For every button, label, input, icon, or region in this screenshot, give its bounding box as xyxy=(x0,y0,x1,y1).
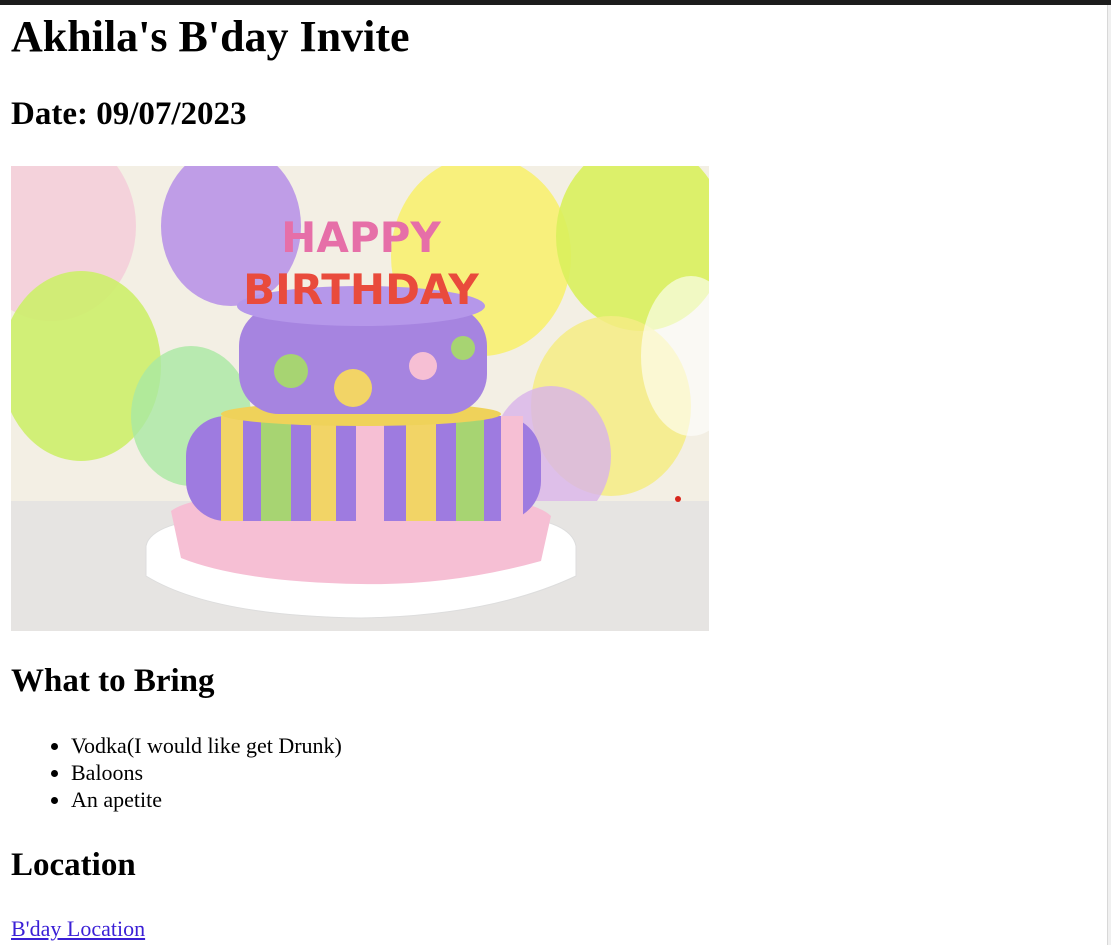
bday-location-link[interactable]: B'day Location xyxy=(11,915,145,942)
window-top-border xyxy=(0,0,1111,5)
cursor-dot xyxy=(675,496,681,502)
what-to-bring-heading: What to Bring xyxy=(11,663,215,699)
list-item: An apetite xyxy=(71,786,342,813)
candle-text-birthday: BIRTHDAY xyxy=(243,265,479,314)
location-heading: Location xyxy=(11,847,136,883)
vertical-scrollbar[interactable] xyxy=(1107,5,1111,945)
list-item: Baloons xyxy=(71,759,342,786)
bring-list: Vodka(I would like get Drunk) Baloons An… xyxy=(11,732,342,813)
event-date: Date: 09/07/2023 xyxy=(11,96,247,132)
birthday-cake-image: HAPPY BIRTHDAY xyxy=(11,166,709,631)
candle-text-happy: HAPPY xyxy=(281,213,441,262)
page-title: Akhila's B'day Invite xyxy=(11,12,410,61)
list-item: Vodka(I would like get Drunk) xyxy=(71,732,342,759)
